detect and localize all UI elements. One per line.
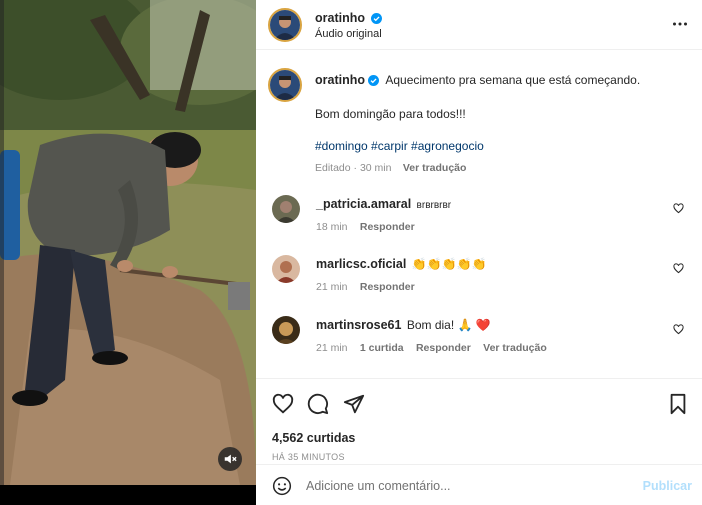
- share-button[interactable]: [343, 393, 365, 418]
- heart-outline-icon: [673, 324, 684, 335]
- comment-item: martinsrose61 Bom dia! 🙏 ❤️ 21 min 1 cur…: [272, 316, 692, 356]
- comment-like-button[interactable]: [673, 203, 684, 217]
- emoji-button[interactable]: [272, 476, 292, 499]
- emoji-icon: [272, 476, 292, 496]
- speaker-muted-icon: [224, 454, 237, 464]
- caption-text-line1: Aquecimento pra semana que está começand…: [385, 73, 641, 87]
- comment-text: Bom dia! 🙏 ❤️: [406, 318, 491, 332]
- avatar-image: [270, 70, 300, 100]
- caption-text-line2: Bom domingão para todos!!!: [315, 107, 466, 121]
- heart-outline-icon: [673, 263, 684, 274]
- comment-input[interactable]: [306, 475, 626, 497]
- comment-time: 21 min: [316, 281, 348, 293]
- bookmark-icon: [670, 393, 686, 415]
- post-panel: oratinho Áudio original oratinho Aquecim…: [256, 0, 702, 505]
- comment-likes-count[interactable]: 1 curtida: [360, 342, 404, 354]
- verified-badge-icon: [368, 75, 379, 86]
- caption-avatar[interactable]: [268, 68, 302, 102]
- comment-item: _patricia.amaral вrвrвrвr 18 min Respond…: [272, 195, 692, 235]
- heart-icon: [272, 393, 294, 414]
- comment-item: marlicsc.oficial 👏👏👏👏👏 21 min Responder: [272, 255, 692, 295]
- caption-hashtags[interactable]: #domingo #carpir #agronegocio: [315, 139, 484, 153]
- reply-button[interactable]: Responder: [416, 342, 471, 354]
- avatar-image: [272, 316, 300, 344]
- comment-username[interactable]: _patricia.amaral: [316, 197, 411, 211]
- reply-button[interactable]: Responder: [360, 281, 415, 293]
- heart-outline-icon: [673, 203, 684, 214]
- post-video[interactable]: [0, 0, 256, 485]
- save-button[interactable]: [668, 393, 688, 418]
- caption-translate-link[interactable]: Ver tradução: [403, 162, 467, 174]
- verified-badge-icon: [371, 13, 383, 24]
- like-button[interactable]: [272, 393, 294, 418]
- audio-link[interactable]: Áudio original: [315, 28, 382, 40]
- comment-avatar[interactable]: [272, 195, 300, 223]
- reply-button[interactable]: Responder: [360, 221, 415, 233]
- comment-username[interactable]: marlicsc.oficial: [316, 257, 406, 271]
- header-username[interactable]: oratinho: [315, 11, 365, 25]
- action-bar: 4,562 curtidas HÁ 35 MINUTOS: [256, 378, 702, 468]
- post-time: HÁ 35 MINUTOS: [272, 452, 345, 462]
- comment-avatar[interactable]: [272, 316, 300, 344]
- comment-button[interactable]: [307, 393, 329, 418]
- caption-edited-time: Editado · 30 min: [315, 162, 392, 174]
- paper-plane-icon: [343, 394, 365, 414]
- video-frame: [0, 0, 256, 485]
- comment-like-button[interactable]: [673, 324, 684, 338]
- comment-time: 18 min: [316, 221, 348, 233]
- comment-text: вrвrвrвr: [416, 200, 452, 211]
- post-header: oratinho Áudio original: [256, 0, 702, 50]
- avatar-image: [272, 195, 300, 223]
- author-avatar[interactable]: [268, 8, 302, 42]
- comment-avatar[interactable]: [272, 255, 300, 283]
- comment-translate-link[interactable]: Ver tradução: [483, 342, 547, 354]
- media-bottom-bar: [0, 485, 256, 505]
- likes-count[interactable]: 4,562 curtidas: [272, 431, 355, 445]
- comment-bubble-icon: [307, 393, 329, 415]
- comment-like-button[interactable]: [673, 263, 684, 277]
- caption-username[interactable]: oratinho: [315, 73, 365, 87]
- publish-button[interactable]: Publicar: [643, 479, 692, 493]
- more-options-button[interactable]: [672, 16, 688, 35]
- more-horizontal-icon: [673, 22, 687, 26]
- avatar-image: [272, 255, 300, 283]
- comment-username[interactable]: martinsrose61: [316, 318, 401, 332]
- comment-time: 21 min: [316, 342, 348, 354]
- mute-button[interactable]: [218, 447, 242, 471]
- comment-text: 👏👏👏👏👏: [411, 257, 487, 271]
- avatar-image: [270, 10, 300, 40]
- add-comment-bar: Publicar: [256, 464, 702, 505]
